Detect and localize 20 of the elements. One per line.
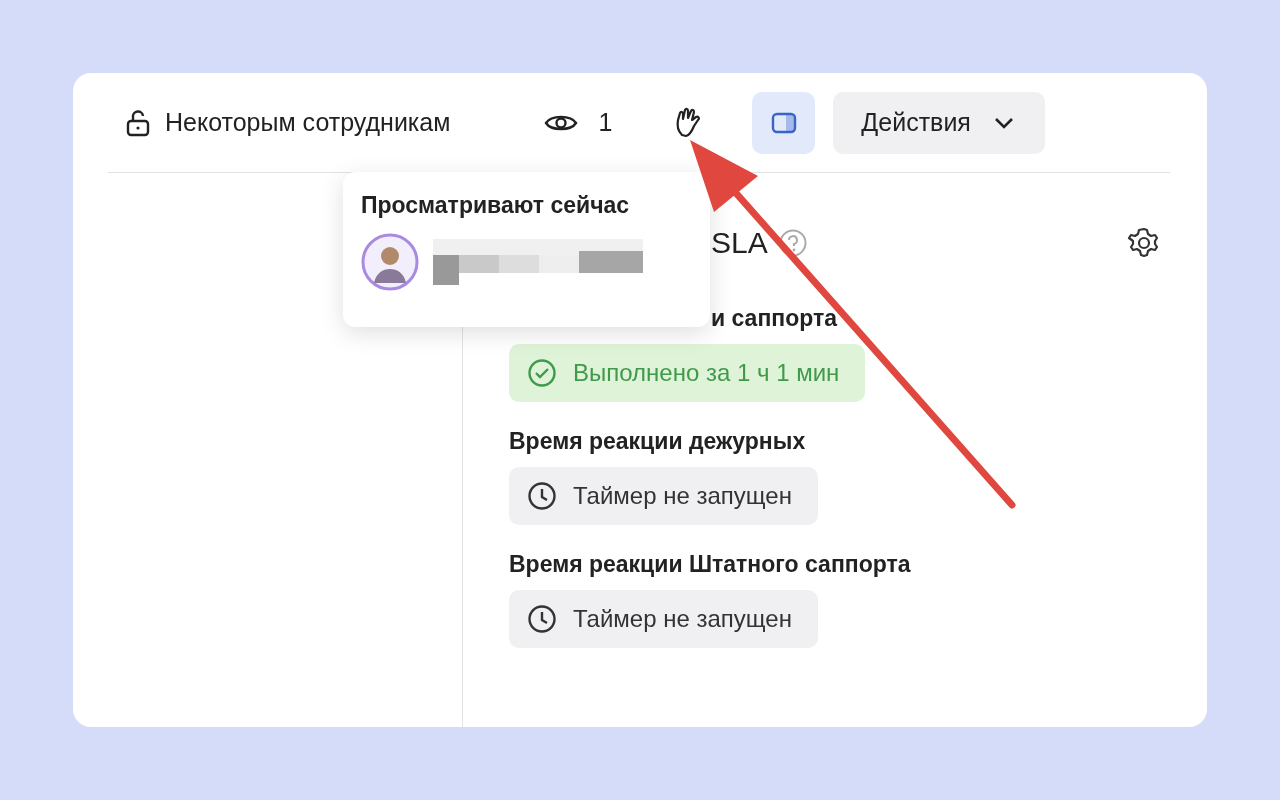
- timer-status: Таймер не запущен: [509, 590, 818, 648]
- avatar-icon[interactable]: [361, 233, 419, 291]
- section-heading: SLA: [711, 226, 768, 260]
- settings-icon[interactable]: [1127, 226, 1161, 260]
- clock-icon: [527, 481, 557, 511]
- actions-dropdown[interactable]: Действия: [833, 91, 1045, 154]
- popup-title: Просматривают сейчас: [361, 192, 631, 219]
- viewers-button[interactable]: 1: [544, 108, 613, 137]
- clock-icon: [527, 604, 557, 634]
- timer-label: Время реакции Штатного саппорта: [509, 551, 912, 578]
- timer-status: Таймер не запущен: [509, 467, 818, 525]
- access-button[interactable]: Некоторым сотрудникам: [125, 108, 451, 137]
- timer-status: Выполнено за 1 ч 1 мин: [509, 344, 866, 402]
- panel-toggle-button[interactable]: [752, 91, 816, 154]
- lock-icon: [125, 108, 151, 137]
- sidebar-icon: [770, 111, 797, 134]
- timer-label: Время реакции дежурных: [509, 428, 807, 455]
- timer-label: и саппорта: [710, 305, 839, 332]
- chevron-down-icon: [992, 115, 1015, 130]
- check-circle-icon: [527, 358, 557, 388]
